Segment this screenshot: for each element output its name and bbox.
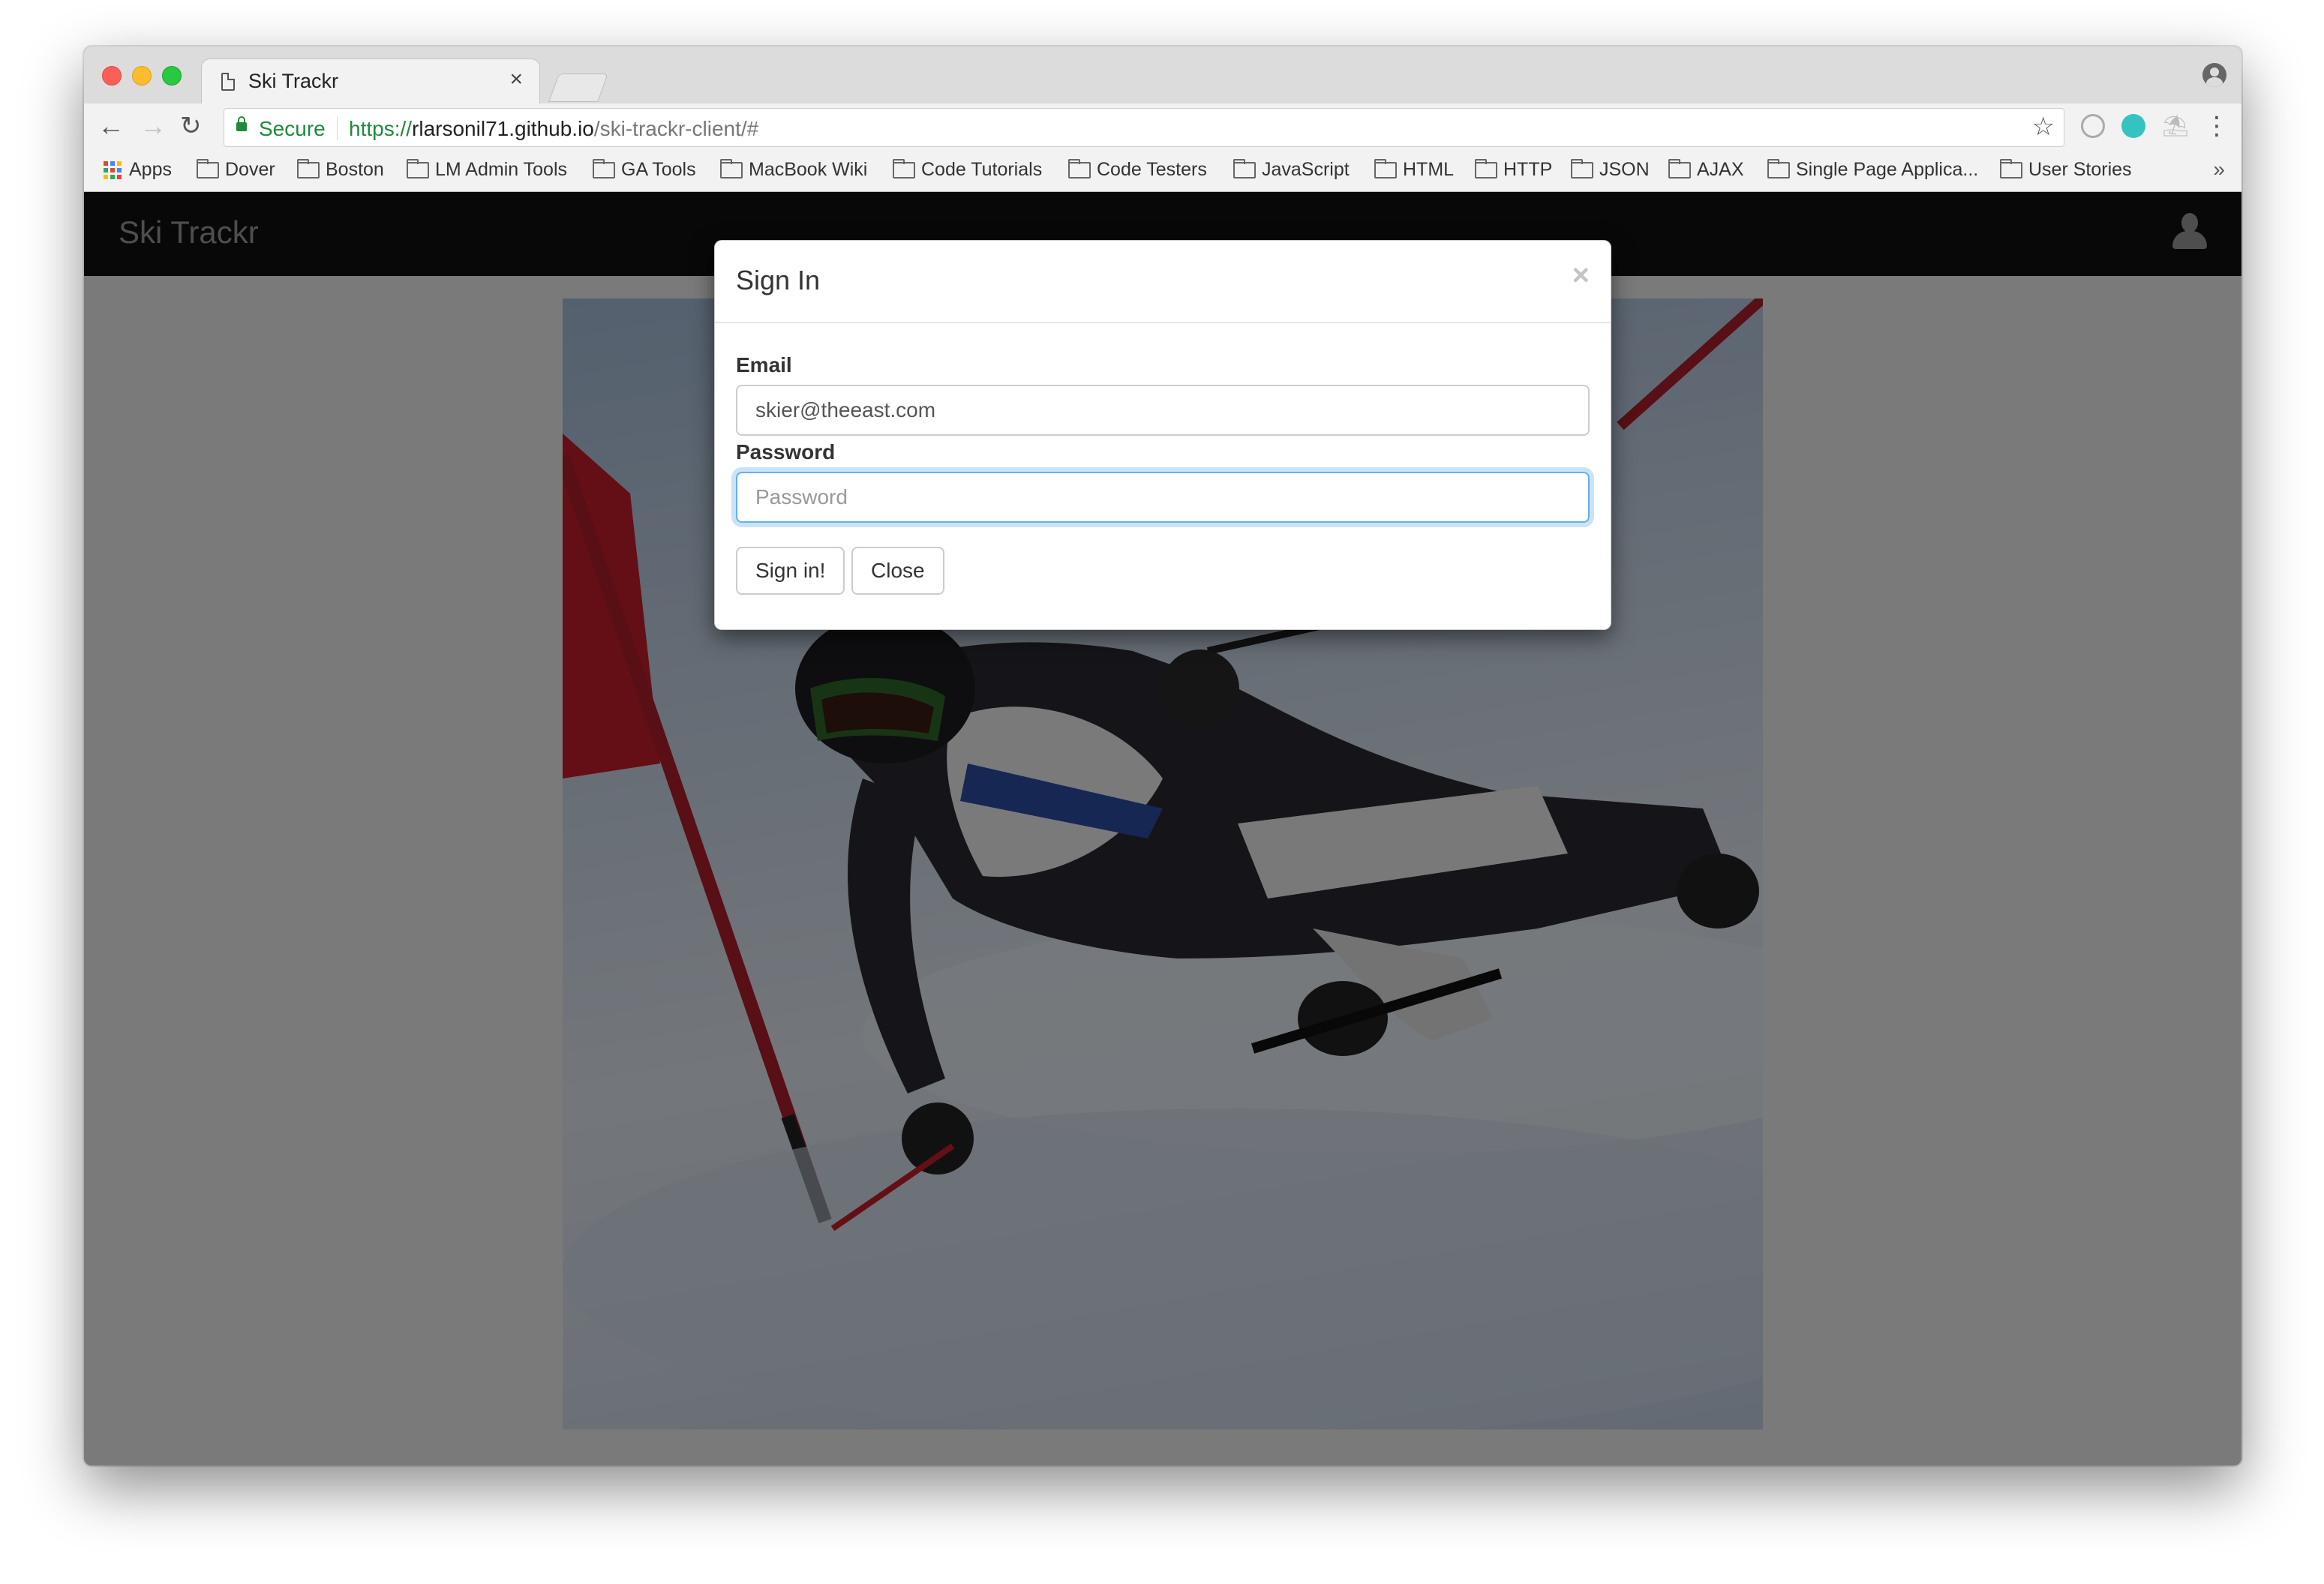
bookmark-macbook-wiki[interactable]: MacBook Wiki (720, 158, 868, 181)
minimize-window-button[interactable] (132, 66, 152, 86)
password-label: Password (736, 440, 836, 464)
modal-header: Sign In × (715, 241, 1611, 323)
zoom-window-button[interactable] (162, 66, 182, 86)
bookmark-single-page-applications[interactable]: Single Page Applica... (1767, 158, 1979, 181)
bookmark-lm-admin-tools[interactable]: LM Admin Tools (407, 158, 568, 181)
folder-icon (1767, 158, 1790, 178)
bookmark-dover[interactable]: Dover (197, 158, 275, 181)
email-field[interactable] (736, 385, 1590, 436)
profile-icon[interactable] (2202, 63, 2226, 87)
sign-in-modal: Sign In × Email Password Sign in! Close (714, 240, 1611, 630)
tab-title: Ski Trackr (248, 70, 339, 92)
bookmark-star-icon[interactable]: ☆ (2032, 112, 2055, 142)
bookmark-label: Code Tutorials (921, 159, 1043, 180)
page-icon (221, 73, 235, 91)
url-scheme: https:// (349, 117, 413, 140)
folder-icon (407, 158, 429, 178)
bookmark-label: AJAX (1697, 159, 1744, 180)
folder-icon (720, 158, 743, 178)
folder-icon (1068, 158, 1091, 178)
tab-ski-trackr[interactable]: Ski Trackr × (201, 58, 540, 106)
modal-title: Sign In (736, 265, 821, 296)
bookmark-label: Code Testers (1097, 159, 1207, 180)
forward-arrow-icon[interactable]: → (140, 110, 167, 142)
extension-icon-1[interactable] (2081, 114, 2105, 138)
secure-label: Secure (259, 117, 326, 140)
bookmark-label: Single Page Applica... (1796, 159, 1979, 180)
bookmark-http[interactable]: HTTP (1475, 158, 1553, 181)
bookmark-label: Apps (129, 159, 172, 180)
email-label: Email (736, 353, 792, 376)
bookmark-apps[interactable]: Apps (104, 159, 172, 181)
bookmark-label: JSON (1599, 159, 1650, 180)
modal-close-icon[interactable]: × (1572, 259, 1590, 292)
folder-icon (2000, 158, 2022, 178)
url-host: rlarsonil71.github.io (412, 117, 594, 140)
folder-icon (1233, 158, 1256, 178)
bookmark-label: LM Admin Tools (435, 159, 568, 180)
close-button[interactable]: Close (851, 547, 944, 595)
bookmark-json[interactable]: JSON (1571, 158, 1650, 181)
folder-icon (1571, 158, 1593, 178)
folder-icon (593, 158, 615, 178)
bookmark-label: Dover (225, 159, 275, 180)
folder-icon (893, 158, 915, 178)
lock-icon (236, 116, 247, 131)
folder-icon (197, 158, 219, 178)
extension-icon-3[interactable]: ⛱ (2162, 114, 2189, 138)
omnibox-divider (337, 116, 338, 140)
folder-icon (1475, 158, 1497, 178)
bookmark-label: GA Tools (621, 159, 696, 180)
browser-window: Ski Trackr × ← → ↻ Secure https://rlarso… (84, 46, 2241, 1466)
bookmark-label: HTTP (1503, 159, 1553, 180)
bookmarks-bar: Apps Dover Boston LM Admin Tools GA Tool… (84, 150, 2241, 192)
browser-menu-icon[interactable]: ⋮ (2204, 110, 2229, 142)
folder-icon (297, 158, 320, 178)
bookmark-label: MacBook Wiki (749, 159, 868, 180)
bookmark-javascript[interactable]: JavaScript (1233, 158, 1350, 181)
apps-grid-icon (104, 160, 122, 179)
new-tab-button[interactable] (548, 74, 608, 102)
reload-icon[interactable]: ↻ (180, 110, 202, 142)
browser-toolbar: ← → ↻ Secure https://rlarsonil71.github.… (84, 104, 2241, 150)
bookmark-html[interactable]: HTML (1374, 158, 1455, 181)
bookmark-ga-tools[interactable]: GA Tools (593, 158, 696, 181)
bookmark-label: Boston (326, 159, 384, 180)
extension-icon-2[interactable] (2121, 114, 2145, 138)
tab-strip: Ski Trackr × (84, 46, 2241, 106)
url-path: /ski-trackr-client/# (593, 117, 759, 140)
address-bar[interactable]: Secure https://rlarsonil71.github.io/ski… (224, 108, 2064, 147)
bookmark-label: HTML (1403, 159, 1455, 180)
folder-icon (1668, 158, 1691, 178)
bookmark-user-stories[interactable]: User Stories (2000, 158, 2132, 181)
bookmark-code-tutorials[interactable]: Code Tutorials (893, 158, 1043, 181)
bookmarks-overflow-icon[interactable]: » (2213, 158, 2225, 182)
bookmark-label: JavaScript (1262, 159, 1350, 180)
sign-in-button[interactable]: Sign in! (736, 547, 845, 595)
back-arrow-icon[interactable]: ← (98, 110, 125, 142)
bookmark-code-testers[interactable]: Code Testers (1068, 158, 1207, 181)
tab-close-icon[interactable]: × (509, 67, 523, 92)
bookmark-label: User Stories (2028, 159, 2132, 180)
bookmark-ajax[interactable]: AJAX (1668, 158, 1744, 181)
url-text[interactable]: https://rlarsonil71.github.io/ski-trackr… (349, 117, 758, 141)
password-field[interactable] (736, 472, 1590, 523)
folder-icon (1374, 158, 1397, 178)
bookmark-boston[interactable]: Boston (297, 158, 384, 181)
close-window-button[interactable] (102, 66, 122, 86)
